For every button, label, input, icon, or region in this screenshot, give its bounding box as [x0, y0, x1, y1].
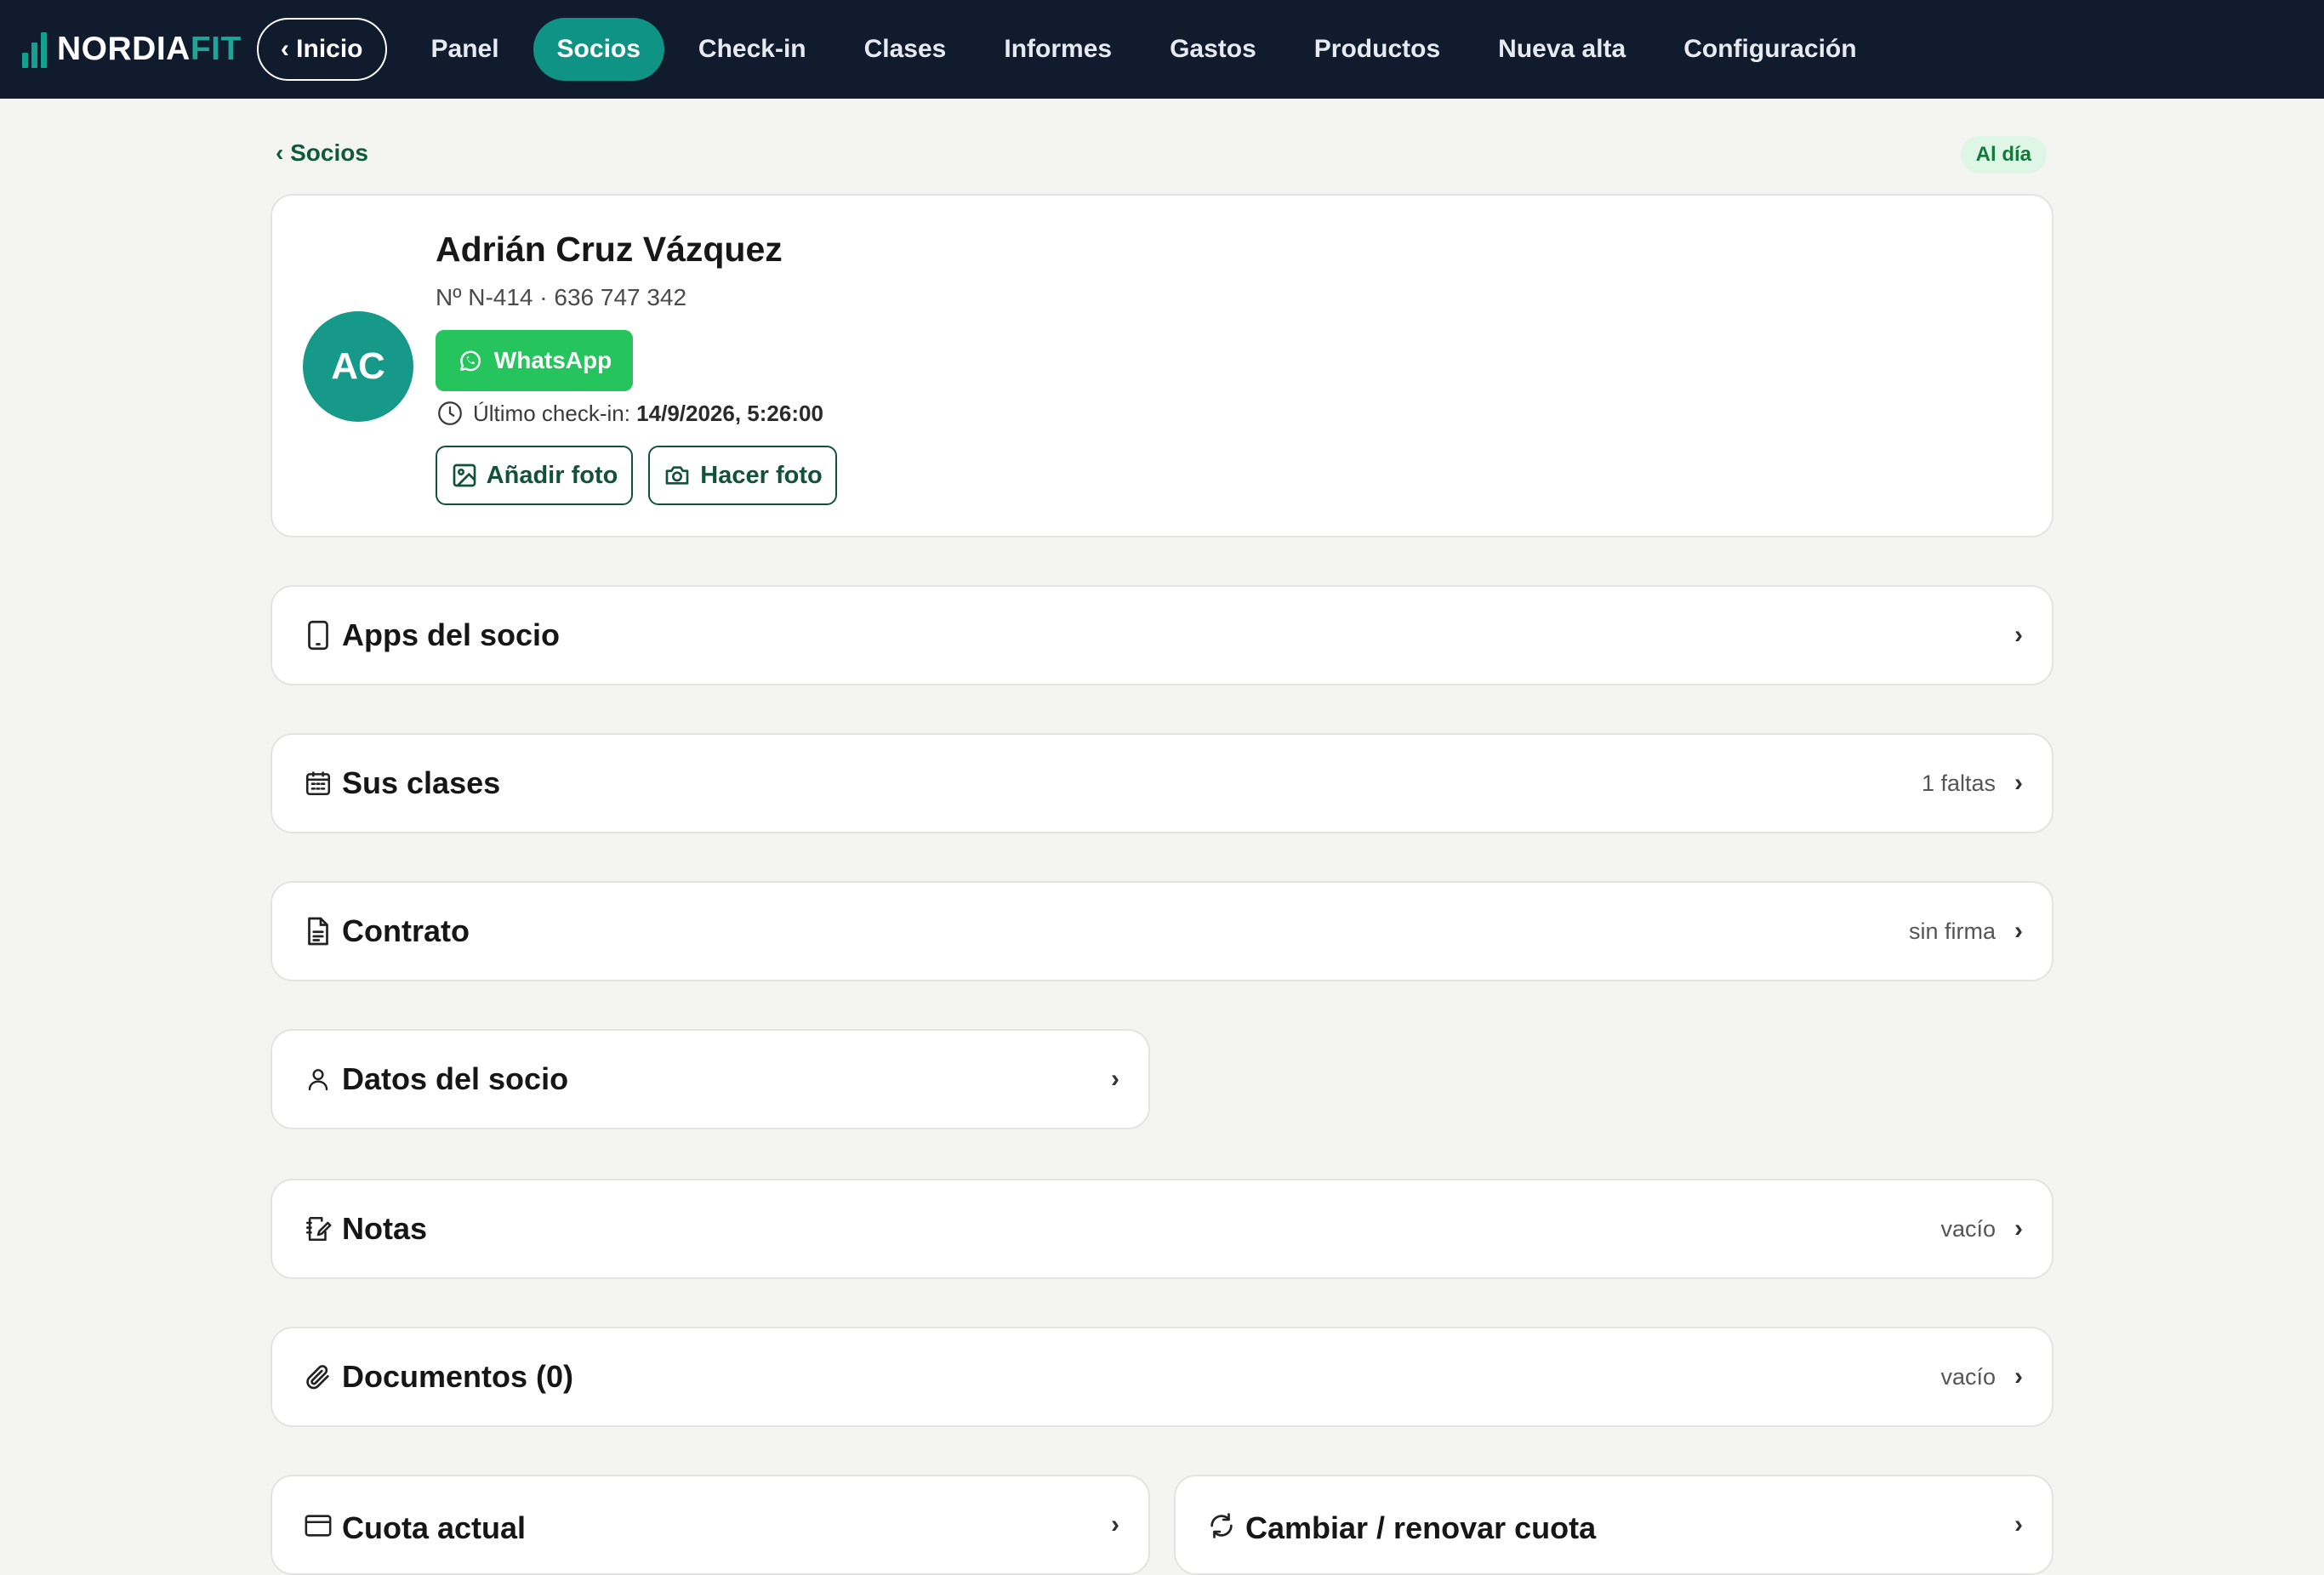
phone-icon — [303, 620, 333, 651]
camera-icon — [663, 462, 692, 489]
section-classes-status: 1 faltas — [1921, 770, 1996, 796]
image-icon — [451, 462, 478, 489]
chevron-right-icon: › — [2014, 1362, 2023, 1390]
chevron-right-icon: › — [2014, 769, 2023, 797]
user-icon — [303, 1064, 333, 1095]
paperclip-icon — [303, 1362, 333, 1392]
home-button[interactable]: ‹ Inicio — [256, 18, 387, 81]
section-member-details[interactable]: Datos del socio › — [271, 1029, 1150, 1129]
nav-item-configuracion[interactable]: Configuración — [1660, 18, 1880, 81]
nav-item-gastos[interactable]: Gastos — [1146, 18, 1280, 81]
nav-menu: Panel Socios Check-in Clases Informes Ga… — [407, 18, 1891, 81]
nav-item-nueva-alta[interactable]: Nueva alta — [1474, 18, 1649, 81]
document-icon — [303, 916, 333, 947]
whatsapp-button[interactable]: WhatsApp — [436, 330, 633, 391]
take-photo-button[interactable]: Hacer foto — [648, 446, 837, 505]
section-notes-status: vacío — [1940, 1215, 1996, 1242]
last-checkin-label: Último check-in: — [473, 400, 630, 426]
brand-logo[interactable]: NORDIAFIT — [22, 0, 242, 99]
chevron-right-icon: › — [2014, 1510, 2023, 1538]
add-photo-label: Añadir foto — [486, 461, 618, 489]
section-classes-label: Sus clases — [342, 765, 501, 800]
section-renew-fee-label: Cambiar / renovar cuota — [1245, 1510, 1597, 1545]
whatsapp-icon — [457, 347, 484, 374]
brand-name: NORDIAFIT — [57, 31, 242, 67]
chevron-right-icon: › — [1111, 1510, 1119, 1538]
last-checkin: Último check-in: 14/9/2026, 5:26:00 — [436, 396, 823, 430]
avatar: AC — [303, 311, 413, 422]
add-photo-button[interactable]: Añadir foto — [436, 446, 633, 505]
nav-item-socios[interactable]: Socios — [533, 18, 664, 81]
card-icon — [303, 1510, 333, 1541]
chevron-right-icon: › — [2014, 621, 2023, 649]
top-navigation-bar: NORDIAFIT ‹ Inicio Panel Socios Check-in… — [0, 0, 2324, 99]
nav-item-productos[interactable]: Productos — [1290, 18, 1464, 81]
breadcrumb-row: ‹ Socios Al día — [271, 99, 2053, 194]
section-documents-label: Documentos (0) — [342, 1359, 574, 1394]
last-checkin-value: 14/9/2026, 5:26:00 — [636, 400, 823, 426]
section-apps[interactable]: Apps del socio › — [271, 585, 2053, 685]
bar-chart-icon — [22, 31, 47, 68]
chevron-right-icon: › — [2014, 917, 2023, 945]
section-contract[interactable]: Contrato sin firma › — [271, 881, 2053, 981]
breadcrumb-back-link[interactable]: ‹ Socios — [276, 139, 368, 167]
member-name: Adrián Cruz Vázquez — [436, 230, 783, 269]
member-profile-card: AC Adrián Cruz Vázquez Nº N-414 · 636 74… — [271, 194, 2053, 537]
section-notes-label: Notas — [342, 1211, 428, 1246]
member-number-phone: Nº N-414 · 636 747 342 — [436, 284, 687, 310]
status-badge: Al día — [1960, 136, 2047, 173]
section-notes[interactable]: Notas vacío › — [271, 1179, 2053, 1279]
notes-icon — [303, 1214, 333, 1244]
clock-icon — [436, 399, 464, 428]
section-apps-label: Apps del socio — [342, 617, 561, 652]
section-current-fee-label: Cuota actual — [342, 1510, 527, 1545]
refresh-icon — [1206, 1510, 1237, 1541]
section-current-fee[interactable]: Cuota actual › — [271, 1475, 1150, 1575]
section-classes[interactable]: Sus clases 1 faltas › — [271, 733, 2053, 833]
nav-item-panel[interactable]: Panel — [407, 18, 523, 81]
take-photo-label: Hacer foto — [700, 461, 823, 489]
section-renew-fee[interactable]: Cambiar / renovar cuota › — [1174, 1475, 2053, 1575]
chevron-right-icon: › — [2014, 1214, 2023, 1242]
section-contract-status: sin firma — [1908, 918, 1996, 944]
member-detail-page: ‹ Socios Al día AC Adrián Cruz Vázquez N… — [271, 99, 2053, 537]
nav-item-clases[interactable]: Clases — [840, 18, 971, 81]
calendar-icon — [303, 768, 333, 799]
whatsapp-label: WhatsApp — [493, 347, 612, 373]
section-member-details-label: Datos del socio — [342, 1061, 569, 1096]
section-documents[interactable]: Documentos (0) vacío › — [271, 1327, 2053, 1427]
nav-item-informes[interactable]: Informes — [980, 18, 1136, 81]
nav-item-check-in[interactable]: Check-in — [675, 18, 830, 81]
section-documents-status: vacío — [1940, 1363, 1996, 1390]
chevron-right-icon: › — [1111, 1065, 1119, 1093]
section-contract-label: Contrato — [342, 913, 470, 948]
